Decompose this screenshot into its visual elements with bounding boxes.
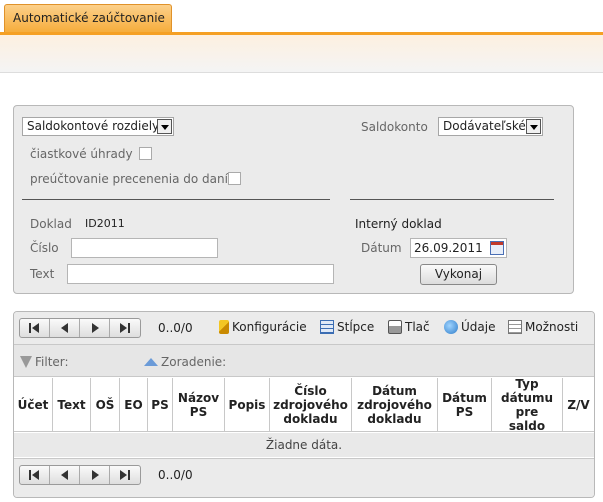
- column-header[interactable]: Text: [53, 378, 91, 431]
- saldokonto-select-value: Dodávateľské: [443, 119, 526, 133]
- columns-icon: [320, 320, 334, 334]
- prev-icon: [61, 323, 68, 333]
- next-page-button[interactable]: [80, 466, 110, 484]
- next-page-button[interactable]: [80, 319, 110, 337]
- calendar-icon[interactable]: [490, 241, 504, 255]
- last-page-button[interactable]: [110, 466, 140, 484]
- print-button[interactable]: Tlač: [388, 320, 430, 334]
- revaluation-label: preúčtovanie precenenia do daní: [30, 172, 228, 186]
- sort-label: Zoradenie:: [161, 355, 227, 369]
- globe-icon: [444, 320, 458, 334]
- last-page-button[interactable]: [110, 319, 140, 337]
- filter-bar: Filter: Zoradenie:: [14, 345, 594, 377]
- column-header[interactable]: Číslo zdrojového dokladu: [270, 378, 352, 431]
- cislo-input[interactable]: [71, 238, 218, 258]
- text-input[interactable]: [67, 264, 334, 284]
- pager: [19, 318, 141, 338]
- partial-label: čiastkové úhrady: [30, 147, 133, 161]
- column-header[interactable]: Dátum PS: [438, 378, 492, 431]
- first-page-button[interactable]: [20, 466, 50, 484]
- column-header[interactable]: Popis: [225, 378, 270, 431]
- columns-label: Stĺpce: [337, 320, 375, 334]
- data-label: Údaje: [461, 320, 496, 334]
- text-label: Text: [30, 267, 55, 281]
- datum-input[interactable]: 26.09.2011: [410, 238, 507, 258]
- empty-message: Žiadne dáta.: [14, 433, 594, 457]
- lightning-icon: [219, 320, 229, 334]
- page-info: 0..0/0: [158, 321, 193, 335]
- chevron-down-icon[interactable]: [157, 119, 172, 134]
- tab-bar: Automatické zaúčtovanie: [0, 0, 603, 35]
- config-button[interactable]: Konfigurácie: [219, 320, 307, 334]
- print-label: Tlač: [405, 320, 430, 334]
- data-button[interactable]: Údaje: [444, 320, 495, 334]
- divider-right: [350, 199, 554, 200]
- type-select[interactable]: Saldokontové rozdiely: [22, 117, 174, 136]
- column-header[interactable]: EO: [120, 378, 148, 431]
- type-select-value: Saldokontové rozdiely: [27, 119, 160, 133]
- last-page-arrow-icon: [120, 470, 127, 480]
- partial-checkbox[interactable]: [139, 147, 152, 160]
- doklad-label: Doklad: [30, 217, 72, 231]
- filter-label: Filter:: [35, 355, 69, 369]
- grid-footer: 0..0/0: [14, 458, 594, 497]
- datum-label: Dátum: [361, 241, 402, 255]
- data-grid: 0..0/0 Konfigurácie Stĺpce Tlač Údaje Mo…: [13, 311, 595, 498]
- saldokonto-select[interactable]: Dodávateľské: [438, 117, 543, 136]
- options-label: Možnosti: [525, 320, 579, 334]
- doklad-value: ID2011: [85, 217, 125, 230]
- divider-left: [22, 199, 330, 200]
- next-icon: [92, 323, 99, 333]
- filter-button[interactable]: Filter:: [20, 355, 69, 369]
- toolbar-area: [0, 35, 603, 73]
- column-header[interactable]: Účet: [14, 378, 53, 431]
- datum-value: 26.09.2011: [414, 241, 483, 255]
- options-button[interactable]: Možnosti: [508, 320, 578, 334]
- first-page-button[interactable]: [20, 319, 50, 337]
- interny-doklad-label: Interný doklad: [355, 217, 442, 231]
- last-page-arrow-icon: [120, 323, 127, 333]
- first-page-arrow-icon: [32, 323, 39, 333]
- first-page-arrow-icon: [32, 470, 39, 480]
- options-icon: [508, 320, 522, 334]
- prev-page-button[interactable]: [50, 466, 80, 484]
- next-icon: [92, 470, 99, 480]
- column-header[interactable]: OŠ: [91, 378, 120, 431]
- last-page-icon: [128, 470, 130, 480]
- first-page-icon: [29, 470, 31, 480]
- table-header: Účet Text OŠ EO PS Názov PS Popis Číslo …: [14, 377, 594, 433]
- form-panel: Saldokontové rozdiely Saldokonto Dodávat…: [13, 105, 574, 294]
- column-header[interactable]: Dátum zdrojového dokladu: [352, 378, 438, 431]
- funnel-icon: [20, 356, 32, 368]
- column-header[interactable]: Názov PS: [173, 378, 225, 431]
- sort-button[interactable]: Zoradenie:: [144, 355, 226, 369]
- config-label: Konfigurácie: [232, 320, 307, 334]
- columns-button[interactable]: Stĺpce: [320, 320, 374, 334]
- sort-up-icon: [144, 358, 158, 366]
- cislo-label: Číslo: [30, 241, 59, 255]
- column-header[interactable]: PS: [148, 378, 173, 431]
- first-page-icon: [29, 323, 31, 333]
- tab-automaticke-zauctovanie[interactable]: Automatické zaúčtovanie: [4, 4, 172, 32]
- saldokonto-label: Saldokonto: [361, 120, 428, 134]
- prev-icon: [61, 470, 68, 480]
- footer-pager: [19, 465, 141, 485]
- prev-page-button[interactable]: [50, 319, 80, 337]
- column-header[interactable]: Typ dátumu pre saldo: [492, 377, 563, 433]
- footer-page-info: 0..0/0: [158, 468, 193, 482]
- execute-button[interactable]: Vykonaj: [420, 264, 497, 285]
- last-page-icon: [128, 323, 130, 333]
- revaluation-checkbox[interactable]: [228, 172, 241, 185]
- column-header[interactable]: Z/V: [563, 378, 594, 431]
- chevron-down-icon[interactable]: [526, 119, 541, 134]
- printer-icon: [388, 320, 402, 334]
- grid-toolbar: 0..0/0 Konfigurácie Stĺpce Tlač Údaje Mo…: [14, 312, 594, 345]
